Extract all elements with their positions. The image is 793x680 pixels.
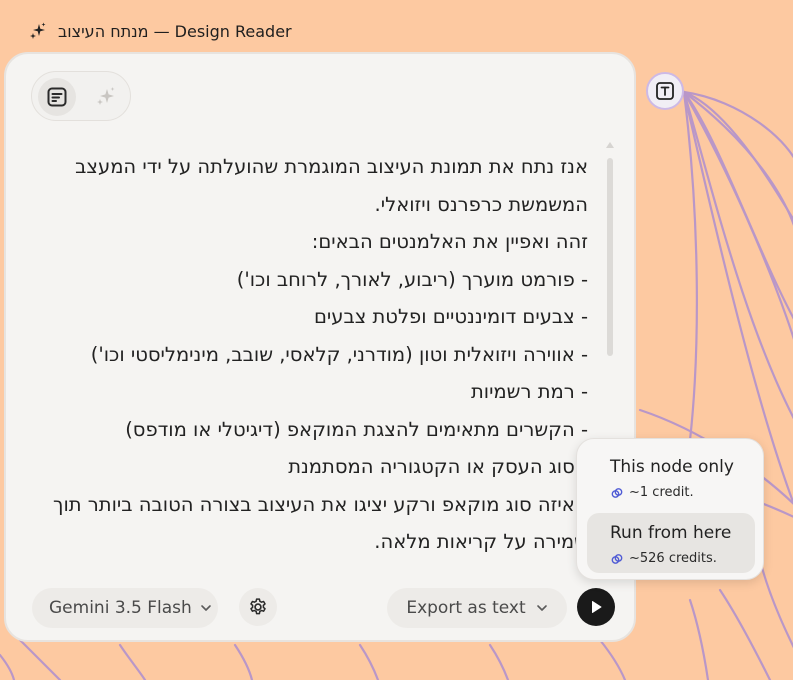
- option-label: This node only: [610, 457, 734, 477]
- play-icon: [592, 601, 602, 613]
- chevron-down-icon: [536, 605, 547, 611]
- prompt-line: זהה ואפיין את האלמנטים הבאים:: [311, 230, 588, 253]
- option-label: Run from here: [610, 523, 732, 543]
- prompt-panel: אנז נתח את תמונת העיצוב המוגמרת שהועלתה …: [4, 52, 636, 642]
- text-node-button[interactable]: [646, 72, 684, 110]
- prompt-line: - צבעים דומיננטיים ופלטת צבעים: [313, 305, 588, 328]
- window-title: מנתח העיצוב — Design Reader: [58, 21, 292, 41]
- model-select[interactable]: Gemini 3.5 Flash: [32, 588, 218, 628]
- scroll-up-arrow[interactable]: [606, 142, 614, 148]
- prompt-line: - פורמט מוערך (ריבוע, לאורך, לרוחב וכו'): [236, 267, 588, 291]
- prompt-line: אנז נתח את תמונת העיצוב המוגמרת שהועלתה …: [75, 155, 588, 216]
- credit-cost: ~526 credits.: [629, 551, 717, 566]
- prompt-line: - סוג העסק או הקטגוריה המסתמנת: [288, 455, 588, 478]
- run-from-here-option[interactable]: Run from here ~526 credits.: [587, 513, 755, 573]
- text-prompt-icon: [47, 87, 67, 107]
- run-button[interactable]: [577, 588, 615, 626]
- run-this-node-only-option[interactable]: This node only ~1 credit.: [587, 447, 755, 507]
- chevron-down-icon: [201, 605, 211, 611]
- text-prompt-mode-button[interactable]: [38, 78, 76, 116]
- prompt-text[interactable]: אנז נתח את תמונת העיצוב המוגמרת שהועלתה …: [32, 148, 588, 553]
- sparkle-icon: [30, 22, 46, 39]
- model-label: Gemini 3.5 Flash: [49, 598, 192, 618]
- settings-button[interactable]: [239, 588, 277, 626]
- option-credit: ~526 credits.: [611, 551, 717, 566]
- scrollbar-thumb[interactable]: [607, 158, 613, 356]
- text-type-icon: [656, 82, 674, 100]
- prompt-line: - הקשרים מתאימים להצגת המוקאפ (דיגיטלי א…: [125, 417, 588, 441]
- credit-icon: [611, 553, 623, 564]
- option-credit: ~1 credit.: [611, 485, 694, 500]
- prompt-line: - אווירה ויזואלית וטון (מודרני, קלאסי, ש…: [90, 342, 588, 366]
- export-as-text-select[interactable]: Export as text: [387, 588, 567, 628]
- export-label: Export as text: [406, 598, 526, 618]
- run-options-menu: This node only ~1 credit. Run from here …: [576, 438, 764, 580]
- ai-mode-button[interactable]: [87, 78, 125, 116]
- credit-cost: ~1 credit.: [629, 485, 694, 500]
- mode-toggle: [31, 71, 131, 121]
- window-title-bar: מנתח העיצוב — Design Reader: [28, 18, 292, 44]
- gear-icon: [250, 598, 266, 615]
- sparkle-icon: [97, 87, 115, 105]
- credit-icon: [611, 487, 623, 498]
- prompt-line: - איזה סוג מוקאפ ורקע יציגו את העיצוב בצ…: [52, 492, 588, 554]
- prompt-line: - רמת רשמיות: [470, 380, 588, 403]
